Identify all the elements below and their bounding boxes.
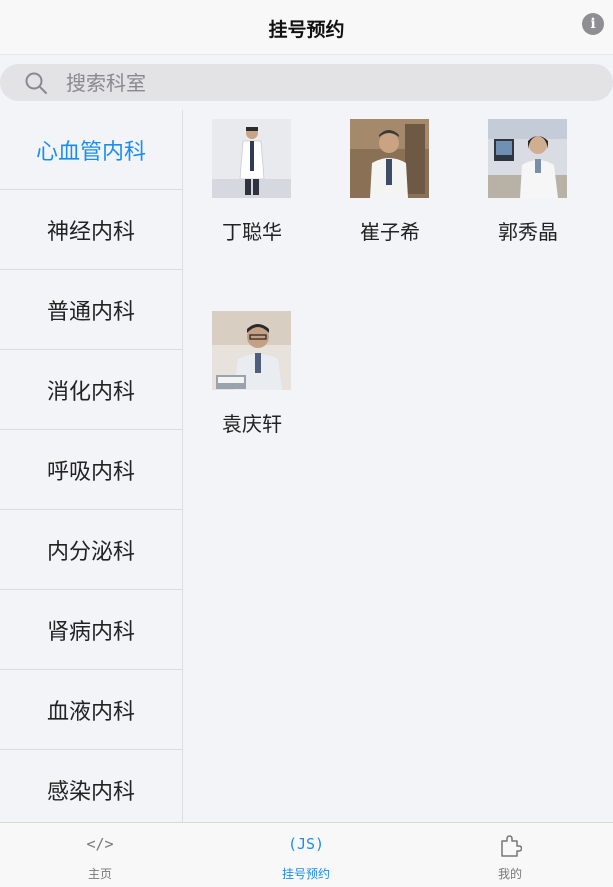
search-bar[interactable] bbox=[0, 64, 613, 101]
tab-profile[interactable]: 我的 bbox=[450, 823, 570, 887]
tab-appointment[interactable]: (JS) 挂号预约 bbox=[246, 823, 366, 887]
department-item-neurology[interactable]: 神经内科 bbox=[0, 190, 182, 270]
tab-home[interactable]: </> 主页 bbox=[40, 823, 160, 887]
department-item-respiratory[interactable]: 呼吸内科 bbox=[0, 430, 182, 510]
info-icon[interactable]: i bbox=[582, 13, 604, 35]
department-item-infectious-disease[interactable]: 感染内科 bbox=[0, 750, 182, 822]
tab-bar: </> 主页 (JS) 挂号预约 我的 bbox=[0, 822, 613, 887]
doctor-photo bbox=[212, 311, 291, 390]
doctor-photo bbox=[350, 119, 429, 198]
puzzle-icon bbox=[450, 835, 570, 857]
doctor-photo bbox=[488, 119, 567, 198]
app: 挂号预约 i 心血管内科 神经内科 普通内科 消化内科 呼吸内科 内分泌科 肾病… bbox=[0, 0, 613, 887]
doctor-card[interactable]: 郭秀晶 bbox=[459, 110, 579, 260]
department-item-cardiology[interactable]: 心血管内科 bbox=[0, 110, 182, 190]
js-icon: (JS) bbox=[287, 835, 325, 853]
department-item-endocrinology[interactable]: 内分泌科 bbox=[0, 510, 182, 590]
doctor-card[interactable]: 崔子希 bbox=[321, 110, 441, 260]
doctor-name: 袁庆轩 bbox=[222, 412, 282, 436]
doctor-name: 郭秀晶 bbox=[498, 220, 558, 244]
tab-label: 主页 bbox=[87, 867, 112, 881]
doctor-card[interactable]: 袁庆轩 bbox=[183, 302, 303, 452]
department-list: 心血管内科 神经内科 普通内科 消化内科 呼吸内科 内分泌科 肾病内科 血液内科… bbox=[0, 110, 183, 822]
doctor-grid: 丁聪华 崔子希 郭秀晶 袁庆轩 bbox=[183, 110, 613, 822]
department-item-hematology[interactable]: 血液内科 bbox=[0, 670, 182, 750]
doctor-photo bbox=[212, 119, 291, 198]
tab-label: 我的 bbox=[497, 867, 522, 881]
search-input[interactable] bbox=[66, 64, 586, 101]
department-item-general-medicine[interactable]: 普通内科 bbox=[0, 270, 182, 350]
code-icon: </> bbox=[86, 835, 114, 853]
doctor-card[interactable]: 丁聪华 bbox=[183, 110, 303, 260]
department-item-nephrology[interactable]: 肾病内科 bbox=[0, 590, 182, 670]
tab-label: 挂号预约 bbox=[281, 867, 330, 881]
department-item-gastroenterology[interactable]: 消化内科 bbox=[0, 350, 182, 430]
page-title: 挂号预约 bbox=[268, 19, 345, 41]
doctor-name: 崔子希 bbox=[360, 220, 420, 244]
search-icon bbox=[25, 72, 47, 94]
navigation-bar: 挂号预约 i bbox=[0, 0, 613, 55]
doctor-name: 丁聪华 bbox=[222, 220, 282, 244]
